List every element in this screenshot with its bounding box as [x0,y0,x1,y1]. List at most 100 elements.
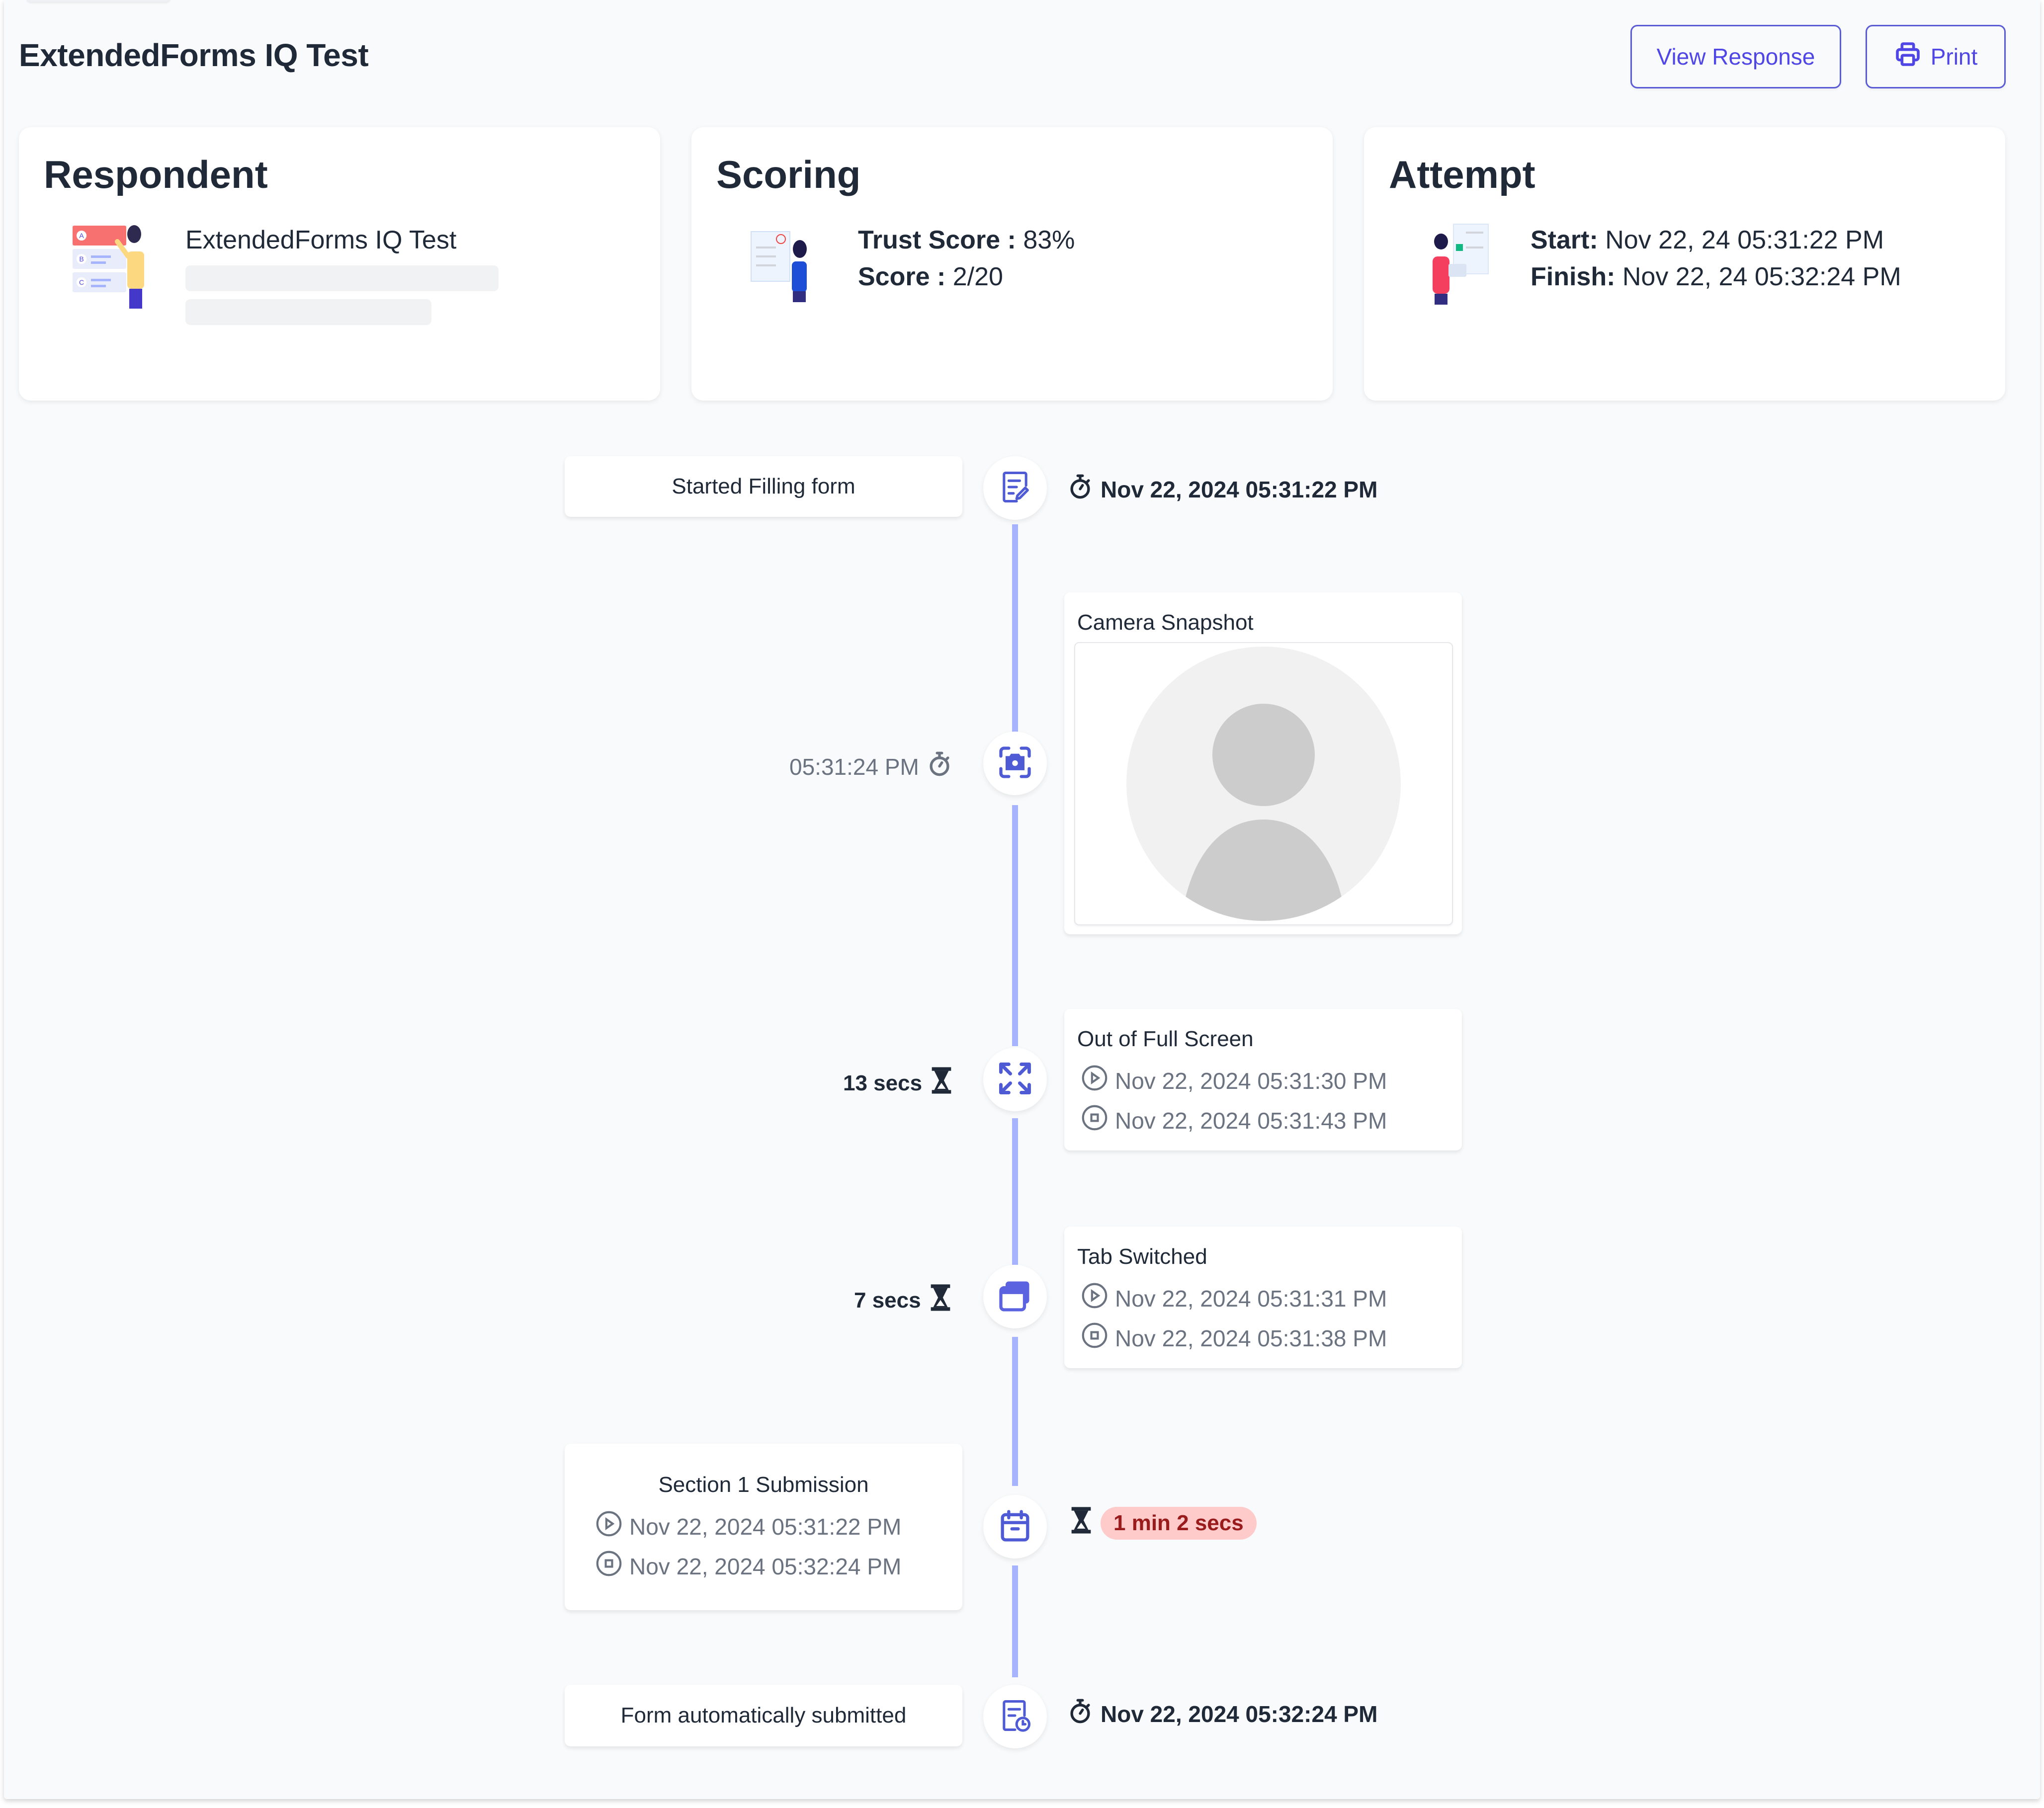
section-end-row: Nov 22, 2024 05:32:24 PM [594,1548,901,1584]
avatar-placeholder-icon [1126,647,1401,921]
started-timestamp: Nov 22, 2024 05:31:22 PM [1066,472,1377,506]
submitted-node [983,1685,1047,1748]
camera-snapshot-title: Camera Snapshot [1077,610,1254,635]
fullscreen-duration-text: 13 secs [843,1070,923,1095]
camera-snapshot-card: Camera Snapshot [1064,592,1462,934]
started-form-label: Started Filling form [672,474,855,498]
score: Score : 2/20 [858,258,1075,295]
submitted-label: Form automatically submitted [620,1703,907,1727]
trust-score-label: Trust Score : [858,226,1016,254]
section-duration: 1 min 2 secs [1069,1506,1257,1540]
play-circle-icon [1079,1280,1110,1316]
submitted-timestamp: Nov 22, 2024 05:32:24 PM [1066,1697,1377,1731]
fullscreen-card: Out of Full Screen Nov 22, 2024 05:31:30… [1064,1009,1462,1151]
respondent-title: Respondent [44,153,268,196]
attempt-finish: Finish: Nov 22, 24 05:32:24 PM [1531,258,1901,295]
option-b-text: B [79,255,84,263]
hourglass-icon [928,1283,953,1317]
fullscreen-duration: 13 secs [843,1066,954,1100]
trust-score-value: 83% [1023,226,1075,254]
fullscreen-end-time: Nov 22, 2024 05:31:43 PM [1115,1107,1387,1134]
section-submission-card: Section 1 Submission Nov 22, 2024 05:31:… [565,1444,962,1610]
started-node [983,456,1047,520]
timeline-line [1012,1118,1018,1265]
stop-circle-icon [594,1548,624,1584]
hourglass-icon [929,1066,954,1100]
tab-switch-title: Tab Switched [1077,1244,1207,1269]
play-circle-icon [594,1508,624,1545]
finish-value: Nov 22, 24 05:32:24 PM [1622,262,1901,291]
scoring-title: Scoring [716,153,861,196]
form-edit-icon [996,468,1034,508]
timeline-line [1012,524,1018,758]
tab-switch-node [983,1265,1047,1328]
attempt-card: Attempt Start: Nov 22, 24 05:31:22 PM Fi… [1364,127,2005,401]
tab-switch-end-row: Nov 22, 2024 05:31:38 PM [1079,1320,1387,1356]
print-label: Print [1930,44,1978,70]
fullscreen-start-time: Nov 22, 2024 05:31:30 PM [1115,1068,1387,1094]
submitted-time: Nov 22, 2024 05:32:24 PM [1101,1701,1378,1727]
fullscreen-end-row: Nov 22, 2024 05:31:43 PM [1079,1102,1387,1139]
print-button[interactable]: Print [1866,25,2006,88]
view-response-label: View Response [1656,44,1815,70]
tab-switch-start-time: Nov 22, 2024 05:31:31 PM [1115,1285,1387,1312]
respondent-card: Respondent A B C ExtendedForms IQ Test [19,127,660,401]
start-value: Nov 22, 24 05:31:22 PM [1605,226,1884,254]
respondent-name: ExtendedForms IQ Test [185,226,457,254]
score-label: Score : [858,262,946,291]
attempt-title: Attempt [1389,153,1535,196]
scoring-card: Scoring Trust Score : 83% Score : 2/20 [691,127,1333,401]
page: ExtendedForms IQ Test View Response Prin… [4,0,2040,1799]
hourglass-icon [1069,1506,1094,1540]
tab-switch-duration-text: 7 secs [854,1288,921,1313]
respondent-info: ExtendedForms IQ Test [185,222,499,325]
timeline-line [1012,1565,1018,1677]
section-end-time: Nov 22, 2024 05:32:24 PM [629,1553,902,1579]
section-start-row: Nov 22, 2024 05:31:22 PM [594,1508,901,1545]
tab-switch-card: Tab Switched Nov 22, 2024 05:31:31 PM No… [1064,1227,1462,1368]
play-circle-icon [1079,1063,1110,1099]
tab-switch-start-row: Nov 22, 2024 05:31:31 PM [1079,1280,1387,1316]
view-response-button[interactable]: View Response [1630,25,1841,88]
timeline-line [1012,1337,1018,1486]
redacted-field [185,299,431,325]
attempt-info: Start: Nov 22, 24 05:31:22 PM Finish: No… [1531,222,1901,295]
stopwatch-icon [1066,1697,1095,1731]
start-label: Start: [1531,226,1598,254]
trust-score: Trust Score : 83% [858,222,1075,258]
attempt-start: Start: Nov 22, 24 05:31:22 PM [1531,222,1901,258]
scoring-illustration [736,222,836,311]
page-title: ExtendedForms IQ Test [19,37,369,73]
calendar-icon [996,1507,1034,1547]
top-tab [26,0,170,2]
finish-label: Finish: [1531,262,1616,291]
section-node [983,1495,1047,1559]
section-duration-badge: 1 min 2 secs [1101,1506,1257,1540]
stop-circle-icon [1079,1102,1110,1139]
section-submission-title: Section 1 Submission [658,1473,869,1497]
section-start-time: Nov 22, 2024 05:31:22 PM [629,1513,902,1540]
camera-snapshot-image[interactable] [1074,642,1453,925]
camera-timestamp: 05:31:24 PM [789,749,954,784]
started-form-box: Started Filling form [565,456,962,517]
scoring-info: Trust Score : 83% Score : 2/20 [858,222,1075,295]
exit-fullscreen-icon [996,1060,1034,1100]
stop-circle-icon [1079,1320,1110,1356]
stopwatch-icon [1066,472,1095,506]
fullscreen-node [983,1048,1047,1111]
redacted-field [185,265,499,291]
submitted-box: Form automatically submitted [565,1685,962,1746]
tab-switch-icon [996,1277,1034,1317]
fullscreen-title: Out of Full Screen [1077,1027,1254,1051]
stopwatch-icon [925,749,954,784]
form-clock-icon [996,1697,1034,1737]
camera-time: 05:31:24 PM [789,753,919,780]
option-c-text: C [79,278,84,286]
tab-switch-end-time: Nov 22, 2024 05:31:38 PM [1115,1325,1387,1351]
printer-icon [1894,40,1922,74]
camera-node [983,732,1047,795]
fullscreen-start-row: Nov 22, 2024 05:31:30 PM [1079,1063,1387,1099]
respondent-illustration: A B C [64,222,163,311]
camera-icon [996,743,1034,784]
option-a-text: A [79,232,84,240]
